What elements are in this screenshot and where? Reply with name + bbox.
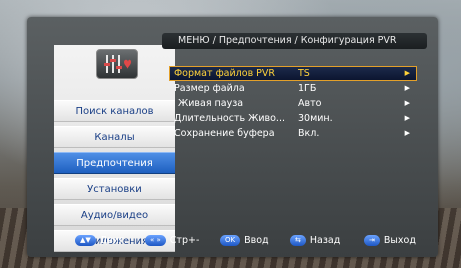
setting-row-buffer-save[interactable]: Сохранение буфера Вкл. ▶ (170, 127, 416, 140)
setting-row-live-duration[interactable]: Длительность Живо... 30мин. ▶ (170, 112, 416, 125)
setting-label: Живая пауза (178, 98, 244, 109)
hint-exit: ⇥ Выход (364, 235, 416, 246)
hint-back: ⇆ Назад (290, 235, 340, 246)
hint-ok: OK Ввод (220, 235, 269, 246)
sidebar-item-channels[interactable]: Каналы (54, 126, 175, 148)
footer-hints: ▲▼ Двиг. « » Стр+- OK Ввод ⇆ Назад ⇥ Вых… (27, 230, 438, 252)
setting-value: 30мин. (298, 113, 333, 124)
sidebar-item-channel-search[interactable]: Поиск каналов (54, 100, 175, 122)
setting-value: Авто (298, 98, 322, 109)
setting-label: Формат файлов PVR (174, 68, 276, 79)
page-key-icon: « » (145, 235, 166, 246)
setting-row-pvr-format[interactable]: Формат файлов PVR TS ▶ (169, 66, 417, 81)
setting-value: Вкл. (298, 128, 320, 139)
setting-label: Длительность Живо... (174, 113, 285, 124)
setting-label: Размер файла (174, 83, 245, 94)
setting-value: 1ГБ (298, 83, 317, 94)
arrow-right-icon[interactable]: ▶ (405, 82, 410, 95)
arrow-right-icon[interactable]: ▶ (405, 112, 410, 125)
sidebar-item-settings[interactable]: Установки (54, 178, 175, 200)
sidebar-item-audio-video[interactable]: Аудио/видео (54, 204, 175, 226)
setting-value: TS (298, 68, 310, 79)
arrow-right-icon[interactable]: ▶ (405, 97, 410, 110)
settings-sliders-heart-icon (96, 49, 138, 79)
hint-label: Выход (383, 235, 416, 246)
setting-label: Сохранение буфера (174, 128, 275, 139)
up-down-key-icon: ▲▼ (75, 235, 96, 246)
hint-label: Двиг. (99, 235, 127, 246)
back-key-icon: ⇆ (290, 235, 306, 246)
hint-move: ▲▼ Двиг. (75, 235, 127, 246)
hint-label: Стр+- (169, 235, 200, 246)
hint-label: Ввод (244, 235, 269, 246)
ok-key-icon: OK (220, 235, 241, 246)
hint-label: Назад (309, 235, 341, 246)
sidebar-item-preferences[interactable]: Предпочтения (54, 152, 175, 174)
sidebar: Поиск каналов Каналы Предпочтения Устано… (54, 45, 175, 252)
hint-page: « » Стр+- (145, 235, 199, 246)
arrow-right-icon[interactable]: ▶ (405, 127, 410, 140)
setting-row-file-size[interactable]: Размер файла 1ГБ ▶ (170, 82, 416, 95)
exit-key-icon: ⇥ (364, 235, 380, 246)
setting-row-live-pause[interactable]: Живая пауза Авто ▶ (170, 97, 416, 110)
arrow-right-icon[interactable]: ▶ (405, 67, 410, 80)
breadcrumb: МЕНЮ / Предпочтения / Конфигурация PVR (162, 33, 427, 49)
